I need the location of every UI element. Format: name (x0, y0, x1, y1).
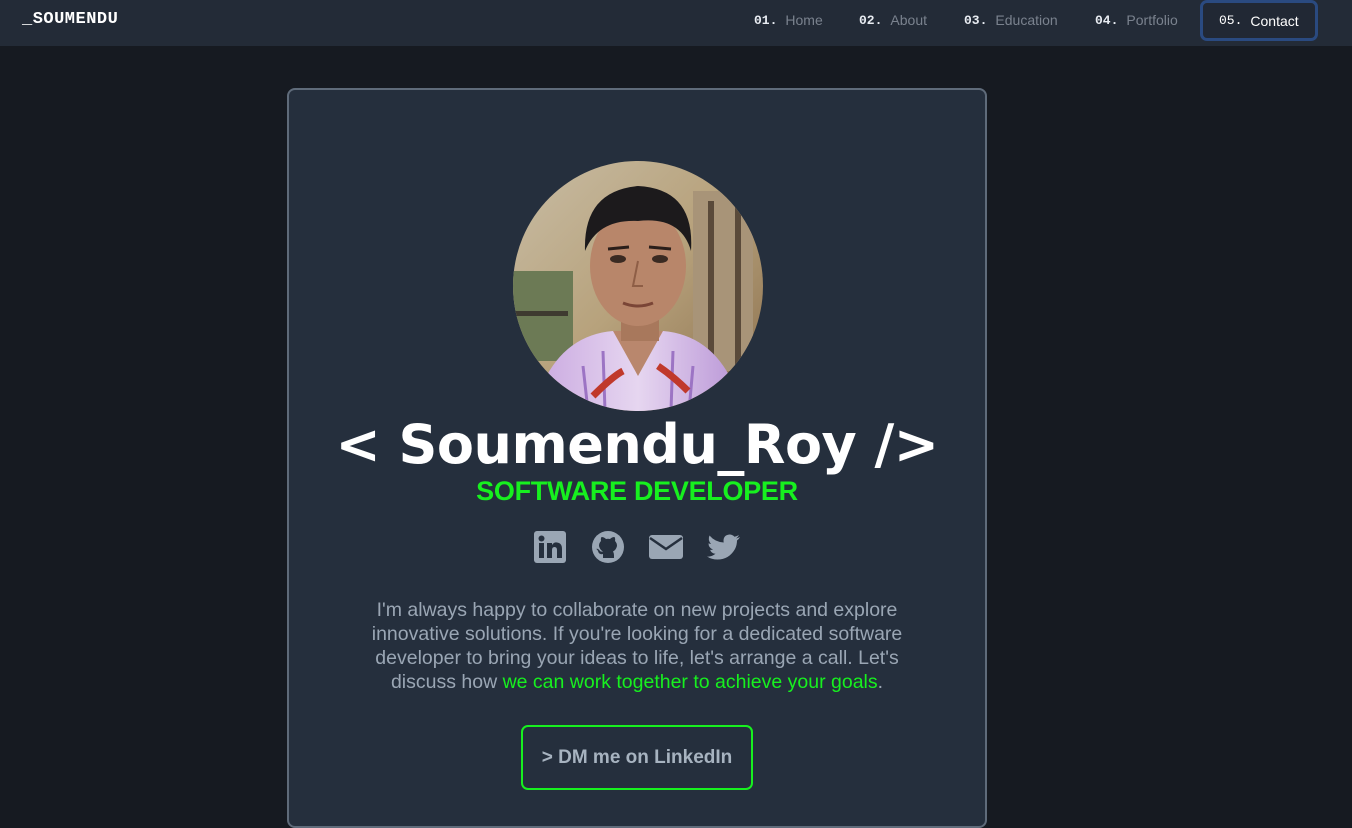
brand-logo[interactable]: _SOUMENDU (22, 10, 118, 29)
about-end: . (877, 671, 884, 693)
nav-number: 03. (964, 12, 988, 28)
linkedin-icon[interactable] (533, 530, 567, 564)
profile-role: SOFTWARE DEVELOPER (476, 476, 798, 506)
about-highlight: we can work together to achieve your goa… (502, 671, 878, 693)
about-text: I'm always happy to collaborate on new p… (349, 598, 925, 694)
nav-number: 04. (1095, 12, 1119, 28)
nav-number: 01. (754, 12, 778, 28)
nav-label: About (890, 12, 927, 28)
nav-number: 02. (859, 12, 883, 28)
social-links (289, 530, 985, 564)
avatar (513, 161, 763, 411)
nav-label: Education (995, 12, 1058, 28)
nav-label: Portfolio (1126, 12, 1178, 28)
nav-number: 05. (1219, 13, 1243, 28)
envelope-icon[interactable] (649, 530, 683, 564)
twitter-icon[interactable] (707, 530, 741, 564)
dm-linkedin-button[interactable]: > DM me on LinkedIn (521, 725, 753, 790)
nav-item-about[interactable]: 02. About (859, 0, 927, 40)
github-icon[interactable] (591, 530, 625, 564)
navbar: _SOUMENDU 01. Home 02. About 03. Educati… (0, 0, 1352, 46)
nav-label: Home (785, 12, 823, 28)
nav-label: Contact (1250, 12, 1299, 29)
nav-item-home[interactable]: 01. Home (754, 0, 823, 40)
nav-item-contact[interactable]: 05. Contact (1200, 0, 1318, 41)
profile-card: < Soumendu_Roy /> SOFTWARE DEVELOPER I'm… (287, 88, 987, 828)
nav-item-education[interactable]: 03. Education (964, 0, 1058, 40)
profile-name: < Soumendu_Roy /> (335, 413, 939, 476)
nav-item-portfolio[interactable]: 04. Portfolio (1095, 0, 1178, 40)
